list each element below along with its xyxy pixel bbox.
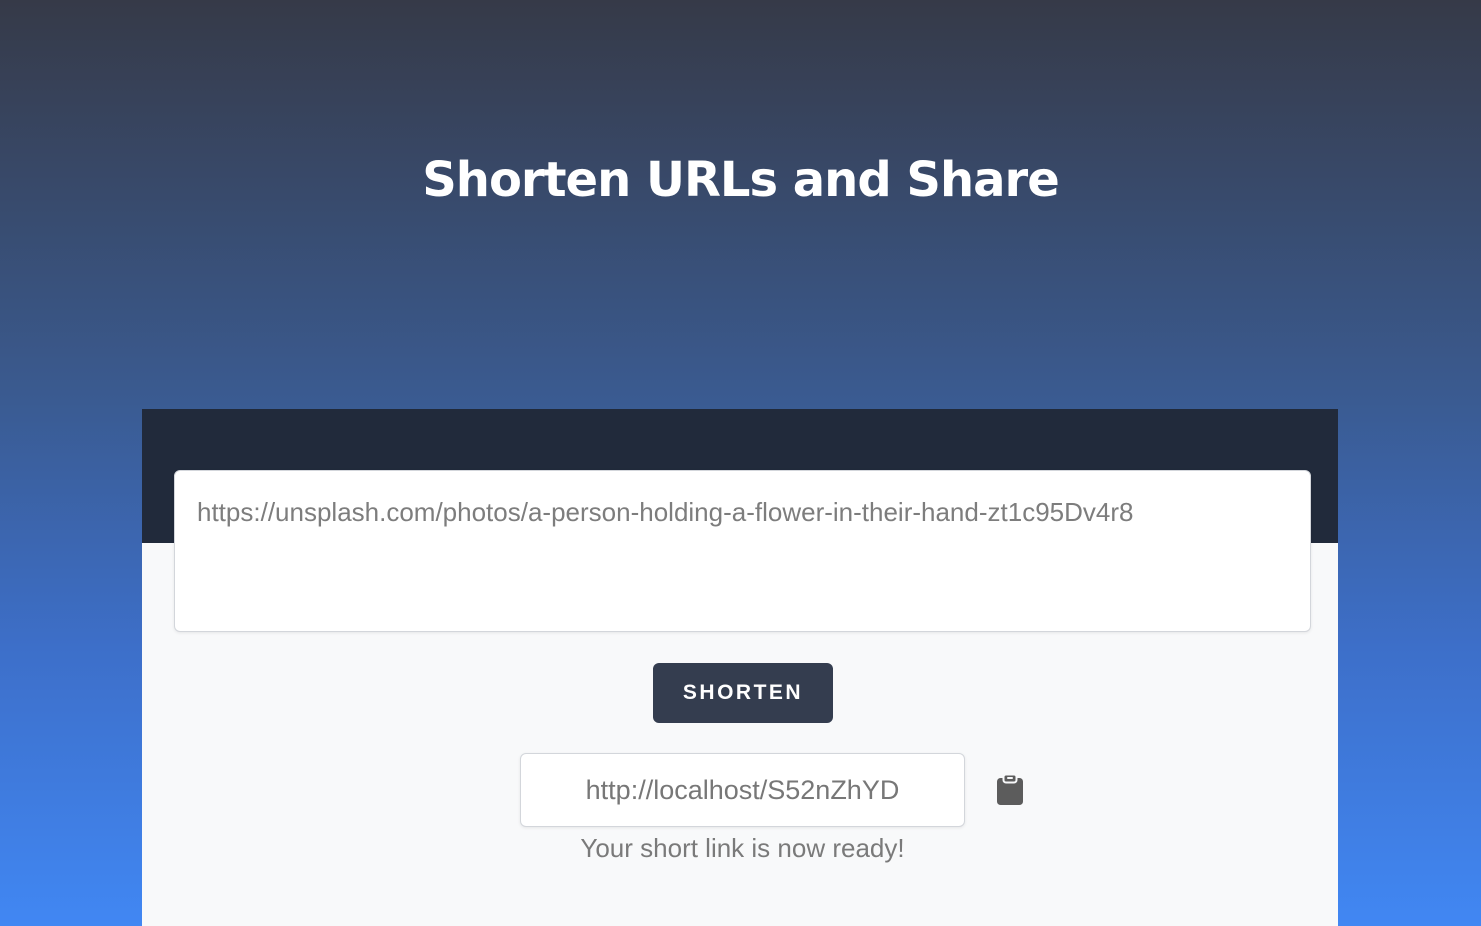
status-message: Your short link is now ready! (580, 833, 905, 863)
long-url-input[interactable]: https://unsplash.com/photos/a-person-hol… (174, 470, 1311, 632)
copy-button[interactable] (994, 773, 1026, 809)
clipboard-icon (996, 773, 1024, 809)
short-url-field[interactable] (520, 753, 965, 827)
shorten-button[interactable]: SHORTEN (653, 663, 833, 723)
shortener-card: https://unsplash.com/photos/a-person-hol… (142, 409, 1338, 926)
page-title: Shorten URLs and Share (422, 152, 1060, 208)
